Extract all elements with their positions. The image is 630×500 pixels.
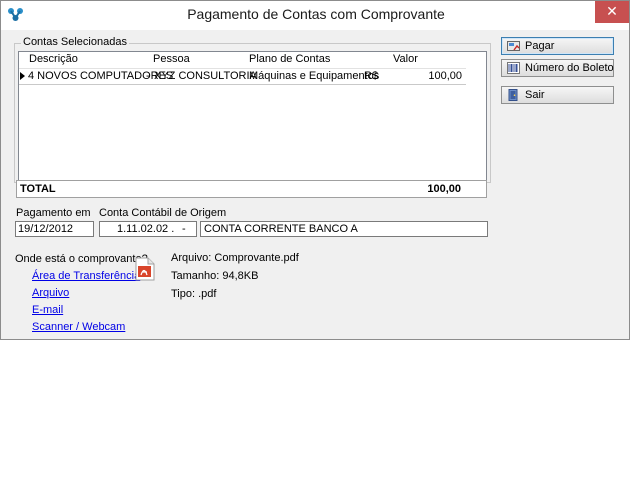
column-header-pessoa[interactable]: Pessoa [153,53,190,65]
exit-door-icon [508,89,518,101]
link-email[interactable]: E-mail [32,304,63,316]
pagar-button[interactable]: Pagar [501,37,614,55]
pdf-file-icon [135,257,155,281]
conta-code-field[interactable]: 1.11.02.02 . - [99,221,197,237]
conta-label: Conta Contábil de Origem [99,207,227,219]
cell-plano: Máquinas e Equipamentos [249,70,380,82]
numero-boleto-button-label: Número do Boleto [525,62,614,74]
conta-name-field[interactable]: CONTA CORRENTE BANCO A [200,221,488,237]
contas-selecionadas-group: Contas Selecionadas Descrição Pessoa Pla… [14,36,491,183]
sair-button-label: Sair [525,89,545,101]
title-bar[interactable]: Pagamento de Contas com Comprovante ✕ [1,1,629,30]
tipo-info: Tipo: .pdf [171,288,217,300]
pay-icon [507,41,520,51]
arquivo-info: Arquivo: Comprovante.pdf [171,252,299,264]
cell-separator: - [146,70,150,82]
conta-code-dash: - [182,223,186,235]
window-title: Pagamento de Contas com Comprovante [187,6,445,22]
sair-button[interactable]: Sair [501,86,614,104]
numero-boleto-button[interactable]: Número do Boleto [501,59,614,77]
pagar-button-label: Pagar [525,40,555,52]
column-header-descricao[interactable]: Descrição [29,53,78,65]
tamanho-info: Tamanho: 94,8KB [171,270,259,282]
dialog-body: Contas Selecionadas Descrição Pessoa Pla… [1,30,629,339]
total-label: TOTAL [20,183,56,195]
link-area-transferencia[interactable]: Área de Transferência [32,270,140,282]
contas-grid[interactable]: Descrição Pessoa Plano de Contas Valor 4… [18,51,487,181]
column-header-plano[interactable]: Plano de Contas [249,53,330,65]
close-button[interactable]: ✕ [595,1,629,23]
link-arquivo[interactable]: Arquivo [32,287,69,299]
cell-valor: 100,00 [428,70,462,82]
cell-descricao: 4 NOVOS COMPUTADORES [28,70,174,82]
conta-code-value: 1.11.02.02 . [117,223,175,235]
pagamento-label: Pagamento em [16,207,91,219]
cell-moeda: R$ [364,70,379,82]
pagamento-date-field[interactable]: 19/12/2012 [15,221,94,237]
comprovante-question: Onde está o comprovante? [15,253,148,265]
column-header-valor[interactable]: Valor [393,53,418,65]
total-bar: TOTAL 100,00 [16,180,487,198]
cell-pessoa: XYZ CONSULTORIA [154,70,257,82]
link-scanner-webcam[interactable]: Scanner / Webcam [32,321,125,333]
table-row[interactable]: 4 NOVOS COMPUTADORES - XYZ CONSULTORIA M… [19,68,466,85]
total-value: 100,00 [427,183,461,195]
group-title: Contas Selecionadas [21,36,129,48]
barcode-icon [507,62,520,74]
conta-name-value: CONTA CORRENTE BANCO A [204,223,358,235]
dialog-window: Pagamento de Contas com Comprovante ✕ Co… [0,0,630,340]
current-row-marker-icon [20,72,25,80]
pagamento-date-value: 19/12/2012 [18,223,74,235]
